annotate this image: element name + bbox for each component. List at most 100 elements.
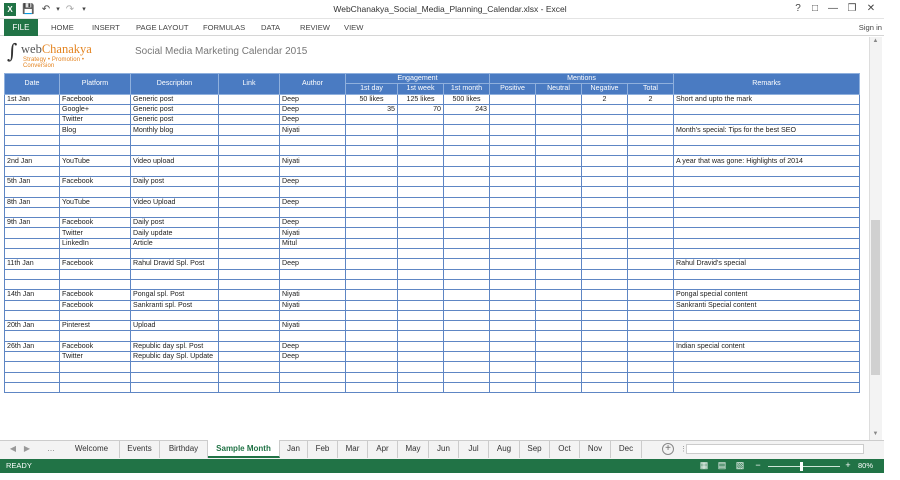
table-cell[interactable]: [218, 175, 280, 188]
next-sheet-icon[interactable]: ▶: [22, 444, 32, 453]
sheet-tab-nov[interactable]: Nov: [580, 440, 611, 458]
table-cell[interactable]: [4, 103, 60, 116]
table-cell[interactable]: 2: [581, 93, 628, 105]
table-cell[interactable]: [581, 145, 628, 157]
table-cell[interactable]: [535, 103, 582, 116]
table-cell[interactable]: [218, 258, 280, 270]
table-cell[interactable]: Niyati: [279, 289, 346, 301]
table-cell[interactable]: [130, 268, 219, 280]
table-cell[interactable]: [489, 237, 536, 250]
table-cell[interactable]: [627, 103, 674, 116]
table-cell[interactable]: Rahul Dravid's special: [673, 258, 860, 270]
table-cell[interactable]: [397, 114, 444, 126]
table-cell[interactable]: [443, 289, 490, 301]
table-cell[interactable]: 35: [345, 103, 398, 116]
table-cell[interactable]: [59, 371, 131, 383]
restore-button[interactable]: ❐: [843, 2, 861, 16]
table-cell[interactable]: [535, 371, 582, 383]
table-cell[interactable]: [581, 248, 628, 260]
tab-view[interactable]: VIEW: [344, 19, 363, 36]
table-cell[interactable]: [535, 124, 582, 136]
table-cell[interactable]: [218, 340, 280, 353]
table-cell[interactable]: [218, 289, 280, 301]
table-cell[interactable]: [535, 299, 582, 311]
table-cell[interactable]: [627, 371, 674, 383]
table-cell[interactable]: [627, 114, 674, 126]
sheet-tab-birthday[interactable]: Birthday: [160, 440, 208, 458]
sheet-tab-dec[interactable]: Dec: [611, 440, 642, 458]
table-cell[interactable]: [443, 320, 490, 332]
table-cell[interactable]: Niyati: [279, 299, 346, 311]
table-cell[interactable]: [581, 381, 628, 394]
table-cell[interactable]: [59, 134, 131, 147]
table-cell[interactable]: [581, 175, 628, 188]
table-cell[interactable]: [4, 371, 60, 383]
table-cell[interactable]: [581, 165, 628, 177]
table-cell[interactable]: Video upload: [130, 155, 219, 167]
table-cell[interactable]: [627, 134, 674, 147]
undo-icon[interactable]: ↶: [40, 3, 52, 16]
table-cell[interactable]: [581, 289, 628, 301]
undo-dropdown-icon[interactable]: ▾: [52, 3, 64, 16]
horizontal-scrollbar[interactable]: [686, 444, 864, 454]
table-cell[interactable]: [581, 278, 628, 291]
table-cell[interactable]: [218, 93, 280, 105]
table-cell[interactable]: [345, 340, 398, 353]
table-cell[interactable]: 8th Jan: [4, 196, 60, 208]
table-cell[interactable]: Facebook: [59, 299, 131, 311]
table-cell[interactable]: [489, 340, 536, 353]
table-cell[interactable]: [443, 206, 490, 219]
table-cell[interactable]: [673, 237, 860, 250]
table-cell[interactable]: [673, 196, 860, 208]
table-cell[interactable]: [581, 371, 628, 383]
sheet-tab-sep[interactable]: Sep: [520, 440, 550, 458]
table-cell[interactable]: 243: [443, 103, 490, 116]
table-cell[interactable]: [4, 134, 60, 147]
table-cell[interactable]: Sankranti Special content: [673, 299, 860, 311]
table-cell[interactable]: Daily post: [130, 217, 219, 229]
table-cell[interactable]: [535, 351, 582, 363]
table-cell[interactable]: [4, 278, 60, 291]
customize-toolbar-icon[interactable]: ▾: [78, 3, 90, 16]
table-cell[interactable]: [397, 268, 444, 280]
prev-sheet-icon[interactable]: ◀: [8, 444, 18, 453]
table-cell[interactable]: [397, 196, 444, 208]
table-cell[interactable]: [443, 351, 490, 363]
save-icon[interactable]: 💾: [22, 3, 34, 16]
sheet-tab-may[interactable]: May: [398, 440, 429, 458]
sheet-tab-welcome[interactable]: Welcome: [64, 440, 120, 458]
table-cell[interactable]: [489, 196, 536, 208]
table-cell[interactable]: [59, 248, 131, 260]
help-button[interactable]: ?: [789, 2, 807, 16]
table-cell[interactable]: [627, 268, 674, 280]
table-cell[interactable]: 11th Jan: [4, 258, 60, 270]
table-cell[interactable]: [489, 227, 536, 239]
table-cell[interactable]: Republic day spl. Post: [130, 340, 219, 353]
table-cell[interactable]: [535, 134, 582, 147]
table-cell[interactable]: [489, 351, 536, 363]
table-cell[interactable]: [59, 361, 131, 373]
table-cell[interactable]: Daily update: [130, 227, 219, 239]
tab-file[interactable]: FILE: [4, 19, 38, 36]
table-cell[interactable]: [279, 371, 346, 383]
table-cell[interactable]: [581, 217, 628, 229]
table-cell[interactable]: [130, 361, 219, 373]
table-cell[interactable]: [581, 196, 628, 208]
table-cell[interactable]: [673, 361, 860, 373]
table-cell[interactable]: [535, 258, 582, 270]
table-cell[interactable]: [673, 320, 860, 332]
table-cell[interactable]: [345, 155, 398, 167]
table-cell[interactable]: Deep: [279, 217, 346, 229]
table-cell[interactable]: [4, 186, 60, 198]
table-cell[interactable]: [279, 278, 346, 291]
table-cell[interactable]: [489, 299, 536, 311]
table-cell[interactable]: [535, 268, 582, 280]
table-cell[interactable]: [218, 103, 280, 116]
zoom-out-icon[interactable]: −: [752, 460, 764, 470]
subheader-total[interactable]: Total: [627, 83, 674, 95]
table-cell[interactable]: [443, 248, 490, 260]
table-cell[interactable]: [345, 217, 398, 229]
subheader-1st-month[interactable]: 1st month: [443, 83, 490, 95]
table-cell[interactable]: 26th Jan: [4, 340, 60, 353]
table-cell[interactable]: [4, 206, 60, 219]
